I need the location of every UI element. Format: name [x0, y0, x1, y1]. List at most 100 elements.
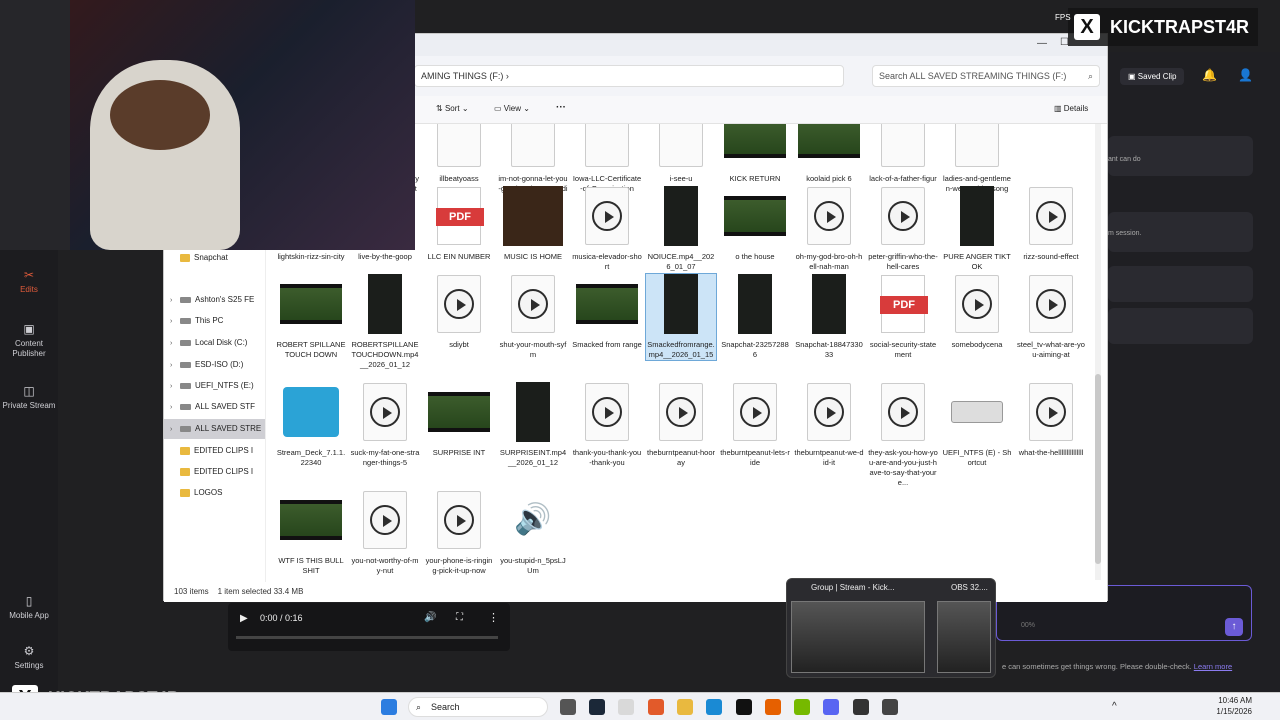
file-item[interactable]: ROBERTSPILLANETOUCHDOWN.mp4__2026_01_12: [350, 274, 420, 370]
preview-thumb-2[interactable]: [937, 601, 991, 673]
file-item[interactable]: SURPRISE INT: [424, 382, 494, 458]
saved-clip-button[interactable]: ▣ Saved Clip: [1120, 68, 1185, 85]
nvidia-icon[interactable]: [794, 699, 810, 715]
file-item[interactable]: Smacked from range: [572, 274, 642, 350]
file-item[interactable]: Snapchat-1884733033: [794, 274, 864, 360]
chevron-right-icon[interactable]: ›: [170, 291, 180, 311]
app-icon[interactable]: [618, 699, 634, 715]
scrollbar-thumb[interactable]: [1095, 374, 1101, 564]
file-item[interactable]: i-see-u: [646, 124, 716, 184]
edge-icon[interactable]: [706, 699, 722, 715]
user-icon[interactable]: 👤: [1238, 68, 1253, 82]
send-button[interactable]: ↑: [1225, 618, 1243, 636]
nav-item[interactable]: › This PC: [164, 311, 265, 332]
chevron-up-icon[interactable]: ^: [1112, 701, 1117, 712]
file-item[interactable]: lack-of-a-father-figure: [868, 124, 938, 194]
nav-item[interactable]: › Ashton's S25 FE: [164, 290, 265, 311]
nav-item[interactable]: Snapchat: [164, 248, 265, 268]
file-item[interactable]: thank-you-thank-you-thank-you: [572, 382, 642, 468]
steam-icon[interactable]: [589, 699, 605, 715]
obs-icon[interactable]: [853, 699, 869, 715]
bell-icon[interactable]: 🔔: [1202, 68, 1217, 82]
task-view-icon[interactable]: [560, 699, 576, 715]
file-item[interactable]: SURPRISEINT.mp4__2026_01_12: [498, 382, 568, 468]
nav-item[interactable]: › Local Disk (C:): [164, 333, 265, 354]
file-item[interactable]: MUSIC IS HOME: [498, 186, 568, 262]
details-button[interactable]: ▥ Details: [1054, 104, 1088, 113]
preview-title-1[interactable]: Group | Stream - Kick...: [811, 583, 894, 592]
chevron-right-icon[interactable]: ›: [170, 334, 180, 354]
file-item[interactable]: Smackedfromrange.mp4__2026_01_15: [645, 273, 717, 361]
nav-item[interactable]: LOGOS: [164, 483, 265, 503]
play-icon[interactable]: ▶: [240, 613, 248, 624]
sort-button[interactable]: ⇅ Sort ⌄: [436, 104, 469, 113]
file-item[interactable]: shut-your-mouth-syfm: [498, 274, 568, 360]
view-button[interactable]: ▭ View ⌄: [494, 104, 530, 113]
file-item[interactable]: UEFI_NTFS (E) - Shortcut: [942, 382, 1012, 468]
address-bar[interactable]: AMING THINGS (F:) ›: [414, 65, 844, 87]
file-item[interactable]: PDF LLC EIN NUMBER: [424, 186, 494, 262]
file-item[interactable]: WTF IS THIS BULLSHIT: [276, 490, 346, 576]
file-item[interactable]: what-the-helllllllllllllll: [1016, 382, 1086, 458]
file-item[interactable]: ladies-and-gentlemen-we-got-him-song: [942, 124, 1012, 194]
chevron-right-icon[interactable]: ›: [170, 420, 180, 440]
file-item[interactable]: they-ask-you-how-you-are-and-you-just-ha…: [868, 382, 938, 488]
nav-item[interactable]: › UEFI_NTFS (E:): [164, 376, 265, 397]
file-item[interactable]: 🔊 you-stupid-n_5psLJUm: [498, 490, 568, 576]
settings-nav[interactable]: ⚙ Settings: [0, 644, 58, 671]
nav-item[interactable]: › ALL SAVED STRE: [164, 419, 265, 440]
more-vert-icon[interactable]: ⋮: [488, 611, 499, 624]
file-item[interactable]: o the house: [720, 186, 790, 262]
edits-nav[interactable]: ✂ Edits: [0, 268, 58, 295]
learn-more-link[interactable]: Learn more: [1194, 662, 1232, 671]
chevron-right-icon[interactable]: ›: [170, 312, 180, 332]
private-stream-nav[interactable]: ◫ Private Stream: [0, 384, 58, 411]
file-item[interactable]: PDF social-security-statement: [868, 274, 938, 360]
file-item[interactable]: musica-elevador-short: [572, 186, 642, 272]
taskbar-search[interactable]: ⌕ Search: [408, 697, 548, 717]
file-item[interactable]: steel_tv-what-are-you-aiming-at: [1016, 274, 1086, 360]
more-options-button[interactable]: ···: [556, 102, 566, 113]
file-item[interactable]: you-not-worthy-of-my-nut: [350, 490, 420, 576]
mobile-app-nav[interactable]: ▯ Mobile App: [0, 594, 58, 621]
fullscreen-icon[interactable]: ⛶: [456, 612, 463, 623]
file-item[interactable]: Stream_Deck_7.1.1.22340: [276, 382, 346, 468]
file-item[interactable]: rizz-sound-effect: [1016, 186, 1086, 262]
file-item[interactable]: illbeatyoass: [424, 124, 494, 184]
scrollbar[interactable]: [1095, 124, 1101, 580]
start-icon[interactable]: [381, 699, 397, 715]
discord-icon[interactable]: [823, 699, 839, 715]
chevron-right-icon[interactable]: ›: [170, 377, 180, 397]
brave-icon[interactable]: [648, 699, 664, 715]
file-item[interactable]: NOIUCE.mp4__2026_01_07: [646, 186, 716, 272]
file-item[interactable]: KICK RETURN: [720, 124, 790, 184]
file-item[interactable]: theburntpeanut-lets-ride: [720, 382, 790, 468]
chevron-right-icon[interactable]: ›: [170, 398, 180, 418]
content-publisher-nav[interactable]: ▣ Content Publisher: [0, 322, 58, 359]
nav-item[interactable]: EDITED CLIPS I: [164, 462, 265, 482]
volume-icon[interactable]: 🔊: [424, 612, 436, 623]
kick-app-icon[interactable]: [882, 699, 898, 715]
firefox-icon[interactable]: [765, 699, 781, 715]
file-explorer-icon[interactable]: [677, 699, 693, 715]
file-item[interactable]: Iowa-LLC-Certificate-of-Organization: [572, 124, 642, 194]
file-item[interactable]: your-phone-is-ringing-pick-it-up-now: [424, 490, 494, 576]
seek-bar[interactable]: [236, 636, 498, 639]
nav-item[interactable]: EDITED CLIPS I: [164, 441, 265, 461]
file-item[interactable]: somebodycena: [942, 274, 1012, 350]
file-item[interactable]: theburntpeanut-we-did-it: [794, 382, 864, 468]
tiktok-icon[interactable]: [736, 699, 752, 715]
file-item[interactable]: PURE ANGER TIKTOK: [942, 186, 1012, 272]
search-box[interactable]: Search ALL SAVED STREAMING THINGS (F:) ⌕: [872, 65, 1100, 87]
file-item[interactable]: peter-griffin-who-the-hell-cares: [868, 186, 938, 272]
nav-item[interactable]: › ALL SAVED STF: [164, 397, 265, 418]
file-item[interactable]: oh-my-god-bro-oh-hell-nah-man: [794, 186, 864, 272]
file-item[interactable]: sdiybt: [424, 274, 494, 350]
nav-item[interactable]: › ESD-ISO (D:): [164, 355, 265, 376]
preview-thumb-1[interactable]: [791, 601, 925, 673]
file-item[interactable]: theburntpeanut-hooray: [646, 382, 716, 468]
chevron-right-icon[interactable]: ›: [170, 356, 180, 376]
preview-title-2[interactable]: OBS 32....: [951, 583, 988, 592]
file-item[interactable]: suck-my-fat-one-stranger-things-5: [350, 382, 420, 468]
file-item[interactable]: koolaid pick 6: [794, 124, 864, 184]
